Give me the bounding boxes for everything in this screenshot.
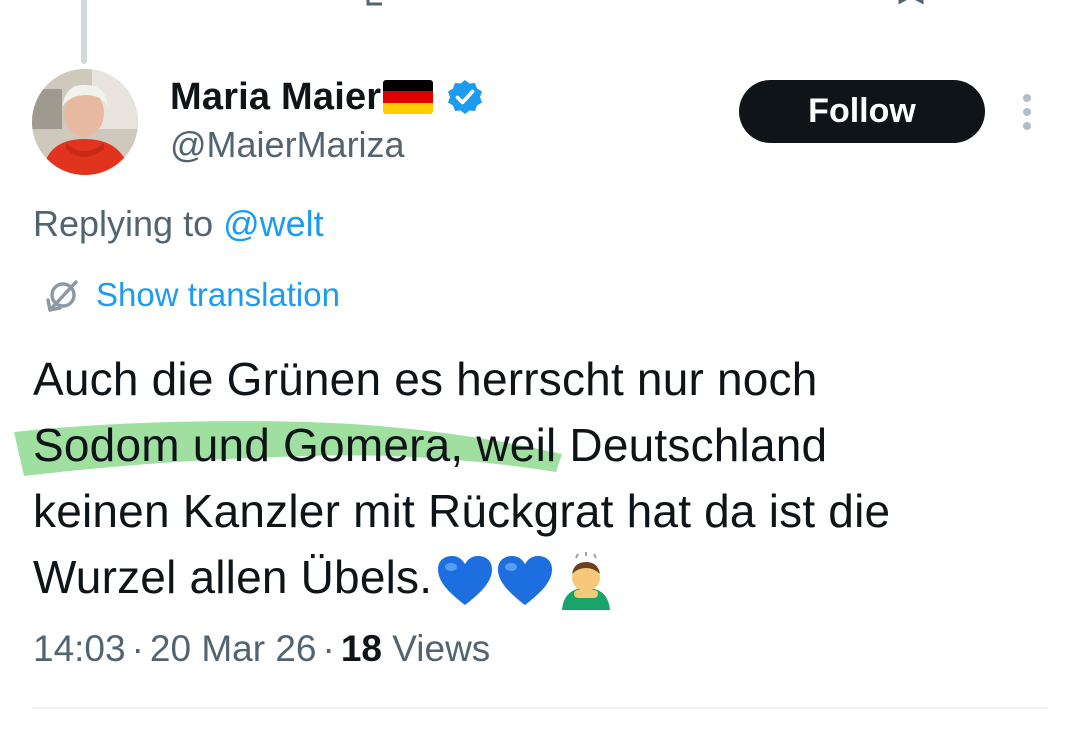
- replying-to-row: Replying to @welt: [33, 203, 324, 245]
- tweet-date[interactable]: 20 Mar 26: [150, 628, 317, 669]
- separator-dot: ·: [322, 628, 335, 669]
- author-name-row[interactable]: Maria Maier: [170, 74, 483, 120]
- blue-heart-icon: [498, 555, 553, 605]
- views-label: Views: [382, 628, 491, 669]
- germany-flag-icon: [383, 80, 434, 114]
- retweet-icon[interactable]: [360, 0, 390, 8]
- tweet-text-last-line: Wurzel allen Übels.: [33, 544, 1043, 610]
- share-icon[interactable]: [1000, 0, 1030, 8]
- tweet-text-line: keinen Kanzler mit Rückgrat hat da ist d…: [33, 485, 891, 537]
- verified-badge-icon: [448, 80, 483, 114]
- author-handle[interactable]: @MaierMariza: [170, 124, 405, 166]
- thread-connector-line: [81, 0, 87, 64]
- blue-heart-icon: [438, 555, 493, 605]
- man-bowing-icon: [562, 551, 611, 610]
- tweet-text-line: Auch die Grünen es herrscht nur noch: [33, 353, 818, 405]
- tweet-meta-row: 14:03 · 20 Mar 26 · 18 Views: [33, 628, 490, 670]
- show-translation-label[interactable]: Show translation: [96, 276, 340, 314]
- tweet-text-line: Sodom und Gomera, weil Deutschland: [33, 419, 828, 471]
- tweet-detail-page: Maria Maier @MaierMariza Follow Replying…: [0, 0, 1080, 736]
- replying-to-label: Replying to: [33, 203, 224, 244]
- previous-tweet-actions: [0, 0, 1080, 12]
- views-icon[interactable]: [712, 0, 742, 8]
- avatar-image: [32, 69, 138, 175]
- bookmark-icon[interactable]: [896, 0, 926, 8]
- more-options-icon[interactable]: [1010, 92, 1044, 132]
- tweet-text: Auch die Grünen es herrscht nur noch Sod…: [33, 346, 1043, 610]
- views-count: 18: [340, 628, 382, 669]
- follow-button[interactable]: Follow: [739, 80, 985, 143]
- emoji-group: [436, 551, 616, 610]
- divider: [32, 707, 1048, 709]
- tweet-text-line: Wurzel allen Übels.: [33, 551, 433, 603]
- show-translation-button[interactable]: Show translation: [44, 272, 340, 318]
- like-icon[interactable]: [540, 0, 570, 8]
- separator-dot: ·: [131, 628, 144, 669]
- tweet-time[interactable]: 14:03: [33, 628, 126, 669]
- avatar[interactable]: [32, 69, 138, 175]
- translate-globe-icon: [46, 280, 78, 312]
- replying-to-handle-link[interactable]: @welt: [223, 203, 324, 244]
- author-display-name[interactable]: Maria Maier: [170, 76, 381, 119]
